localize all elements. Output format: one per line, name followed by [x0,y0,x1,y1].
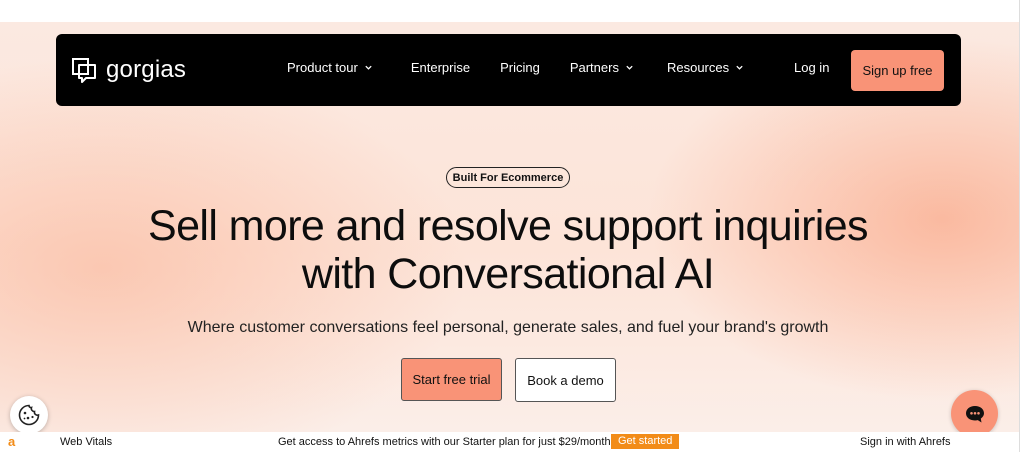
chat-launcher-button[interactable] [951,390,998,437]
chevron-down-icon [736,65,743,70]
cookie-icon [18,404,40,426]
chevron-down-icon [365,65,372,70]
login-link[interactable]: Log in [794,60,829,75]
chevron-down-icon [626,65,633,70]
gorgias-logo-icon [72,58,96,83]
cookie-settings-button[interactable] [10,396,48,434]
nav-item-resources[interactable]: Resources [667,60,744,75]
nav-item-label: Resources [666,60,730,75]
signup-button[interactable]: Sign up free [851,50,944,91]
start-free-trial-button[interactable]: Start free trial [401,358,502,401]
get-started-button[interactable]: Get started [611,434,680,449]
hero-subhead: Where customer conversations feel person… [187,319,829,336]
logo[interactable]: gorgias [70,56,186,84]
sign-in-ahrefs-link[interactable]: Sign in with Ahrefs [860,436,951,448]
ahrefs-logo[interactable]: a [8,434,15,449]
headline-line-2: with Conversational AI [301,250,715,298]
nav-item-label: Partners [569,60,619,75]
headline-line-1: Sell more and resolve support inquiries [148,202,869,250]
nav-item-label: Product tour [287,60,358,75]
ahrefs-toolbar: a Web Vitals Get access to Ahrefs metric… [0,432,1024,452]
nav-item-label: Enterprise [410,60,471,75]
nav-links: Product tour Enterprise Pricing Partners… [287,60,744,75]
built-for-ecommerce-badge: Built For Ecommerce [446,167,570,188]
book-demo-button[interactable]: Book a demo [515,358,616,402]
nav-item-partners[interactable]: Partners [570,60,634,75]
nav-item-label: Pricing [500,60,540,75]
nav-item-pricing[interactable]: Pricing [500,60,540,75]
scrollbar[interactable] [1019,0,1024,452]
web-vitals-link[interactable]: Web Vitals [60,436,112,448]
navbar: gorgias Product tour Enterprise Pricing … [56,34,961,106]
nav-item-product-tour[interactable]: Product tour [287,60,373,75]
logo-text: gorgias [106,56,187,83]
hero-headline: Sell more and resolve support inquiries … [100,202,916,298]
top-strip [0,0,1024,22]
ahrefs-promo-text: Get access to Ahrefs metrics with our St… [278,436,614,448]
chat-bubble-icon [965,405,984,422]
nav-item-enterprise[interactable]: Enterprise [411,60,470,75]
